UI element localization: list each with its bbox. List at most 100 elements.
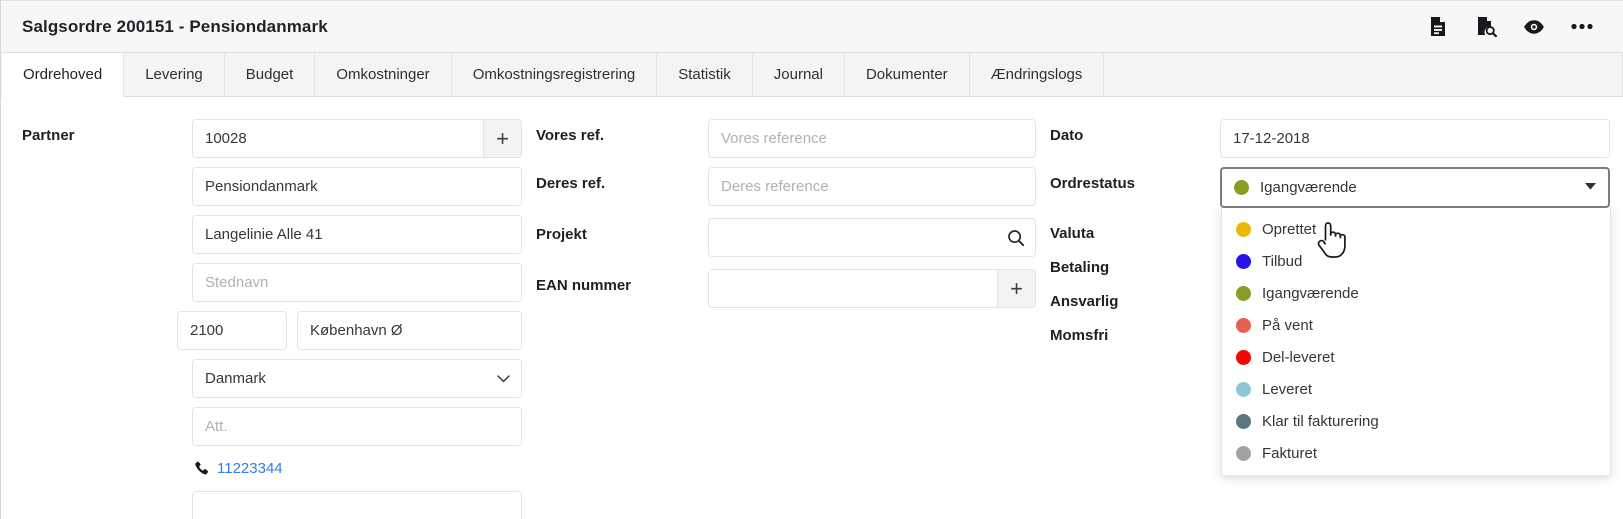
order-status-select[interactable]: Igangværende bbox=[1220, 167, 1610, 208]
tab-label: Journal bbox=[773, 66, 823, 83]
country-select[interactable]: Danmark bbox=[192, 359, 522, 398]
order-header-form: Partner + bbox=[1, 97, 1623, 519]
tab-bar: Ordrehoved Levering Budget Omkostninger … bbox=[1, 53, 1623, 97]
tab-label: Dokumenter bbox=[865, 66, 948, 83]
partner-name-row bbox=[22, 167, 522, 206]
order-status-combobox: Igangværende Oprettet Tilbud Igangværende P… bbox=[1220, 167, 1611, 476]
tab-label: Ordrehoved bbox=[23, 66, 103, 83]
document-search-icon[interactable] bbox=[1475, 16, 1497, 38]
status-option-label: Del-leveret bbox=[1262, 348, 1335, 366]
our-ref-label: Vores ref. bbox=[536, 127, 605, 144]
status-option-label: Klar til fakturering bbox=[1262, 412, 1379, 430]
status-option-label: På vent bbox=[1262, 316, 1313, 334]
ean-add-button[interactable]: + bbox=[997, 269, 1036, 308]
ean-input[interactable] bbox=[708, 269, 998, 308]
tab-label: Omkostninger bbox=[336, 66, 430, 83]
their-ref-row: Deres ref. bbox=[536, 167, 1036, 206]
tab-label: Budget bbox=[245, 66, 294, 83]
order-status-dropdown[interactable]: Oprettet Tilbud Igangværende På vent Del-lev… bbox=[1221, 206, 1611, 476]
tab-aendringslogs[interactable]: Ændringslogs bbox=[969, 53, 1105, 96]
tab-statistik[interactable]: Statistik bbox=[657, 53, 753, 96]
status-option[interactable]: Klar til fakturering bbox=[1222, 405, 1610, 437]
their-ref-input[interactable] bbox=[708, 167, 1036, 206]
document-icon[interactable] bbox=[1427, 16, 1449, 38]
status-option-label: Fakturet bbox=[1262, 444, 1318, 462]
status-column: Dato Ordrestatus Igangværende bbox=[1050, 119, 1611, 476]
tab-omkostningsregistrering[interactable]: Omkostningsregistrering bbox=[451, 53, 658, 96]
status-option[interactable]: Tilbud bbox=[1222, 245, 1610, 277]
status-option[interactable]: Fakturet bbox=[1222, 437, 1610, 469]
phone-link[interactable]: 11223344 bbox=[217, 460, 283, 477]
partner-column: Partner + bbox=[22, 119, 522, 519]
address-input[interactable] bbox=[192, 215, 522, 254]
tab-label: Ændringslogs bbox=[990, 66, 1083, 83]
search-icon[interactable] bbox=[1007, 229, 1025, 247]
status-option-label: Leveret bbox=[1262, 380, 1313, 398]
status-option[interactable]: Oprettet bbox=[1222, 213, 1610, 245]
extra-input-partial[interactable] bbox=[192, 491, 522, 519]
tab-omkostninger[interactable]: Omkostninger bbox=[315, 53, 452, 96]
partner-number-row: Partner + bbox=[22, 119, 522, 158]
place-input[interactable] bbox=[192, 263, 522, 302]
extra-row-partial bbox=[22, 491, 522, 519]
their-ref-label: Deres ref. bbox=[536, 175, 606, 192]
zip-input[interactable] bbox=[177, 311, 287, 350]
status-color-dot bbox=[1236, 349, 1251, 365]
tab-levering[interactable]: Levering bbox=[124, 53, 225, 96]
tab-budget[interactable]: Budget bbox=[224, 53, 316, 96]
place-row bbox=[22, 263, 522, 302]
status-color-dot bbox=[1236, 445, 1251, 461]
status-color-dot bbox=[1236, 253, 1251, 269]
status-color-dot bbox=[1236, 381, 1251, 397]
status-color-dot bbox=[1236, 413, 1251, 429]
payment-label: Betaling bbox=[1050, 259, 1110, 276]
responsible-label: Ansvarlig bbox=[1050, 293, 1119, 310]
project-input[interactable] bbox=[708, 218, 1036, 257]
att-input[interactable] bbox=[192, 407, 522, 446]
tab-ordrehoved[interactable]: Ordrehoved bbox=[2, 53, 125, 97]
partner-number-input[interactable] bbox=[192, 119, 484, 158]
our-ref-row: Vores ref. bbox=[536, 119, 1036, 158]
window-titlebar: Salgsordre 200151 - Pensiondanmark bbox=[1, 1, 1623, 53]
phone-row: 11223344 bbox=[22, 455, 522, 482]
status-color-dot bbox=[1236, 285, 1251, 301]
zip-city-row bbox=[22, 311, 522, 350]
tab-label: Statistik bbox=[678, 66, 731, 83]
titlebar-actions bbox=[1427, 16, 1605, 38]
status-color-dot bbox=[1234, 180, 1249, 195]
city-input[interactable] bbox=[297, 311, 522, 350]
eye-icon[interactable] bbox=[1523, 16, 1545, 38]
status-option-label: Tilbud bbox=[1262, 252, 1303, 270]
tab-label: Omkostningsregistrering bbox=[472, 66, 636, 83]
ellipsis-icon[interactable] bbox=[1571, 16, 1593, 38]
status-option[interactable]: Del-leveret bbox=[1222, 341, 1610, 373]
partner-name-input[interactable] bbox=[192, 167, 522, 206]
order-status-value: Igangværende bbox=[1260, 179, 1357, 196]
status-option[interactable]: Igangværende bbox=[1222, 277, 1610, 309]
order-status-row: Ordrestatus Igangværende Oprettet Tilbud… bbox=[1050, 167, 1611, 476]
status-option[interactable]: Leveret bbox=[1222, 373, 1610, 405]
tab-dokumenter[interactable]: Dokumenter bbox=[844, 53, 970, 96]
reference-column: Vores ref. Deres ref. Projekt bbox=[536, 119, 1036, 317]
country-row: Danmark bbox=[22, 359, 522, 398]
ean-row: EAN nummer + bbox=[536, 269, 1036, 308]
status-option[interactable]: På vent bbox=[1222, 309, 1610, 341]
chevron-down-icon bbox=[1585, 182, 1596, 193]
tab-journal[interactable]: Journal bbox=[752, 53, 845, 96]
date-row: Dato bbox=[1050, 119, 1610, 158]
date-input[interactable] bbox=[1220, 119, 1610, 158]
vat-free-label: Momsfri bbox=[1050, 327, 1109, 344]
project-label: Projekt bbox=[536, 226, 587, 243]
our-ref-input[interactable] bbox=[708, 119, 1036, 158]
tabstrip-filler bbox=[1104, 53, 1623, 96]
partner-add-button[interactable]: + bbox=[483, 119, 522, 158]
tab-label: Levering bbox=[145, 66, 203, 83]
phone-icon bbox=[194, 461, 209, 476]
status-color-dot bbox=[1236, 221, 1251, 237]
